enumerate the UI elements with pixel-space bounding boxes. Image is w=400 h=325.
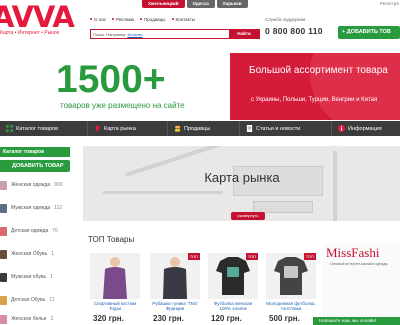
sidebar-add-goods-button[interactable]: ДОБАВИТЬ ТОВАР [0, 160, 70, 172]
sidebar-header[interactable]: Каталог товаров [0, 147, 70, 157]
category-label: Женская одежда [11, 182, 51, 188]
main-nav: Каталог товаров Карта рынка Продавцы Ста… [0, 121, 400, 136]
users-icon [174, 125, 181, 132]
nav-info[interactable]: Информация [332, 121, 400, 136]
product-name[interactable]: Футболка женская 100% хлопок [208, 301, 258, 311]
product-card[interactable]: ТОП Молодежная футболка, толстовка 500 г… [266, 253, 316, 325]
city-tabs: Хмельницкий Одесса Харьков [142, 0, 248, 8]
top-nav-sellers[interactable]: Продавцы [140, 17, 166, 22]
add-goods-button[interactable]: + ДОБАВИТЬ ТОВ [338, 26, 400, 39]
sidebar-item-kids-shoes[interactable]: Детская Обувь 11 [0, 294, 70, 306]
support-phone[interactable]: 0 800 800 110 [265, 26, 323, 36]
info-icon [338, 125, 345, 132]
category-thumbnail [0, 180, 7, 190]
product-price: 120 грн. [211, 314, 242, 323]
banner-subtitle: товаров уже размещено на сайте [60, 101, 185, 110]
promo-title: MissFashi [326, 245, 380, 260]
search-placeholder: Поиск. Например: [93, 32, 127, 37]
logo-tagline: Карта • Интернет • Рынок [0, 30, 59, 36]
map-expand-button[interactable]: развернуть [231, 212, 265, 220]
banner-right-subtitle: с Украины, Польши, Турции, Венгрии и Кит… [251, 97, 378, 103]
document-icon [246, 125, 253, 132]
top-badge: ТОП [187, 253, 200, 260]
sidebar-item-womens-underwear[interactable]: Женское белье 2 [0, 313, 70, 325]
category-label: Мужская обувь [11, 274, 47, 280]
banner-right-title: Большой ассортимент товара [249, 65, 388, 76]
search-input[interactable]: Поиск. Например: Ботинки [93, 31, 223, 38]
top-badge: ТОП [303, 253, 316, 260]
top-nav-about[interactable]: О нас [90, 17, 106, 22]
category-thumbnail [0, 203, 7, 213]
product-card[interactable]: ТОП Рубашка туника 'TNS' Франция 230 грн… [150, 253, 200, 325]
top-nav-ads[interactable]: Реклама [112, 17, 134, 22]
category-label: Женская Обувь [11, 251, 48, 257]
map-title: Карта рынка [204, 170, 280, 185]
top-badge: ТОП [245, 253, 258, 260]
grid-icon [6, 125, 13, 132]
tab-city-odesa[interactable]: Одесса [186, 0, 215, 8]
category-label: Мужская одежда [11, 205, 51, 211]
search-button[interactable]: Найти [229, 30, 259, 38]
sidebar-item-mens-shoes[interactable]: Мужская обувь 1 [0, 271, 70, 283]
search-example-link[interactable]: Ботинки [127, 32, 142, 37]
category-count: 900 [54, 182, 63, 188]
category-label: Женское белье [11, 316, 47, 322]
support-label: Служба поддержки [265, 17, 306, 22]
banner-right[interactable] [230, 53, 400, 120]
tab-city-khmelnytskyi[interactable]: Хмельницкий [142, 0, 185, 8]
nav-catalog-label: Каталог товаров [16, 125, 58, 132]
category-count: 1 [50, 274, 53, 280]
add-goods-label: ДОБАВИТЬ ТОВ [346, 29, 391, 35]
nav-market-map[interactable]: Карта рынка [88, 121, 168, 136]
sidebar-item-kids-clothing[interactable]: Детская одежда 70 [0, 225, 70, 237]
product-card[interactable]: ТОП Футболка женская 100% хлопок 120 грн… [208, 253, 258, 325]
map-pin-icon [95, 125, 100, 132]
top-products-title: ТОП Товары [88, 235, 135, 244]
register-link[interactable]: Регистра [380, 1, 399, 6]
product-price: 500 грн. [269, 314, 300, 323]
nav-articles[interactable]: Статьи и новости [240, 121, 332, 136]
category-thumbnail [0, 226, 7, 236]
tab-city-kharkiv[interactable]: Харьков [216, 0, 248, 8]
sidebar-item-womens-clothing[interactable]: Женская одежда 900 [0, 179, 70, 191]
product-name[interactable]: Молодежная футболка, толстовка [266, 301, 316, 311]
category-thumbnail [0, 272, 7, 282]
logo-text: AVVA [0, 0, 75, 34]
category-count: 70 [52, 228, 58, 234]
sidebar-item-womens-shoes[interactable]: Женская Обувь 1 [0, 248, 70, 260]
product-image [90, 253, 140, 299]
top-nav: О нас Реклама Продавцы Контакты [90, 17, 195, 22]
search-bar: Поиск. Например: Ботинки Найти [90, 29, 260, 39]
product-price: 230 грн. [153, 314, 184, 323]
nav-catalog[interactable]: Каталог товаров [0, 121, 88, 136]
product-card[interactable]: Спортивный костюм Тодзи 320 грн. [90, 253, 140, 325]
product-name[interactable]: Спортивный костюм Тодзи [90, 301, 140, 311]
category-count: 1 [51, 251, 54, 257]
product-price: 320 грн. [93, 314, 124, 323]
category-thumbnail [0, 249, 7, 259]
product-name[interactable]: Рубашка туника 'TNS' Франция [150, 301, 200, 311]
category-thumbnail [0, 295, 7, 305]
category-count: 11 [49, 297, 55, 303]
nav-info-label: Информация [348, 125, 382, 132]
category-label: Детская Обувь [11, 297, 46, 303]
promo-subtitle: Оптовый интернет-магазин одежды [330, 262, 388, 266]
chat-widget[interactable]: Напишите нам, мы онлайн! [313, 317, 400, 325]
sidebar-item-mens-clothing[interactable]: Мужская одежда 112 [0, 202, 70, 214]
banner-big-number: 1500+ [56, 58, 166, 101]
nav-market-map-label: Карта рынка [104, 125, 136, 132]
site-logo[interactable]: AVVA Карта • Интернет • Рынок [0, 2, 82, 38]
category-label: Детская одежда [11, 228, 49, 234]
category-count: 2 [50, 316, 54, 322]
nav-articles-label: Статьи и новости [256, 125, 301, 132]
top-nav-contacts[interactable]: Контакты [171, 17, 195, 22]
nav-sellers-label: Продавцы [184, 125, 211, 132]
category-count: 112 [54, 205, 63, 211]
sidebar-add-goods-label: ДОБАВИТЬ ТОВАР [12, 163, 64, 169]
category-thumbnail [0, 314, 7, 324]
nav-sellers[interactable]: Продавцы [168, 121, 240, 136]
